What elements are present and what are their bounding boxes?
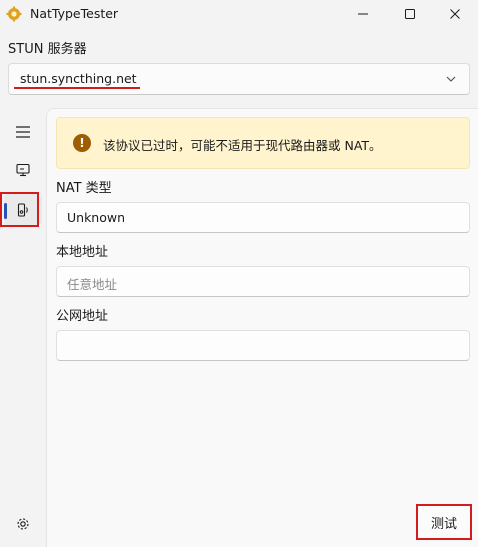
nat-type-value: Unknown <box>67 210 126 225</box>
title-bar: NatTypeTester <box>0 0 478 28</box>
nav-item-settings[interactable] <box>4 508 42 540</box>
local-address-field[interactable]: 任意地址 <box>56 266 470 297</box>
stun-value-highlight <box>14 87 140 89</box>
warning-icon: ! <box>73 134 91 152</box>
stun-server-combobox[interactable]: stun.syncthing.net <box>8 63 470 95</box>
monitor-icon <box>16 163 30 177</box>
chevron-down-icon <box>446 76 456 82</box>
settings-icon <box>17 518 29 530</box>
maximize-button[interactable] <box>387 0 433 28</box>
app-gear-icon <box>6 6 22 22</box>
deprecation-warning-infobar: ! 该协议已过时，可能不适用于现代路由器或 NAT。 <box>56 117 470 169</box>
minimize-icon <box>358 13 368 15</box>
nav-pane <box>0 108 46 547</box>
stun-server-value: stun.syncthing.net <box>20 71 137 86</box>
window-title: NatTypeTester <box>30 6 119 21</box>
close-button[interactable] <box>432 0 478 28</box>
nat-type-label: NAT 类型 <box>56 181 112 196</box>
menu-icon <box>16 126 30 138</box>
nav-menu-button[interactable] <box>4 116 42 148</box>
stun-server-label: STUN 服务器 <box>8 42 87 57</box>
public-address-field[interactable] <box>56 330 470 361</box>
warning-message: 该协议已过时，可能不适用于现代路由器或 NAT。 <box>103 138 382 153</box>
maximize-icon <box>405 9 415 19</box>
public-address-label: 公网地址 <box>56 309 109 324</box>
local-address-placeholder: 任意地址 <box>67 277 118 292</box>
local-address-label: 本地地址 <box>56 245 109 260</box>
test-button[interactable]: 测试 <box>416 504 472 540</box>
nat-type-field[interactable]: Unknown <box>56 202 470 233</box>
nav-item-nat-highlight <box>0 192 39 227</box>
close-icon <box>450 9 460 19</box>
nav-item-server[interactable] <box>4 154 42 186</box>
minimize-button[interactable] <box>340 0 386 28</box>
content-panel <box>46 108 478 547</box>
